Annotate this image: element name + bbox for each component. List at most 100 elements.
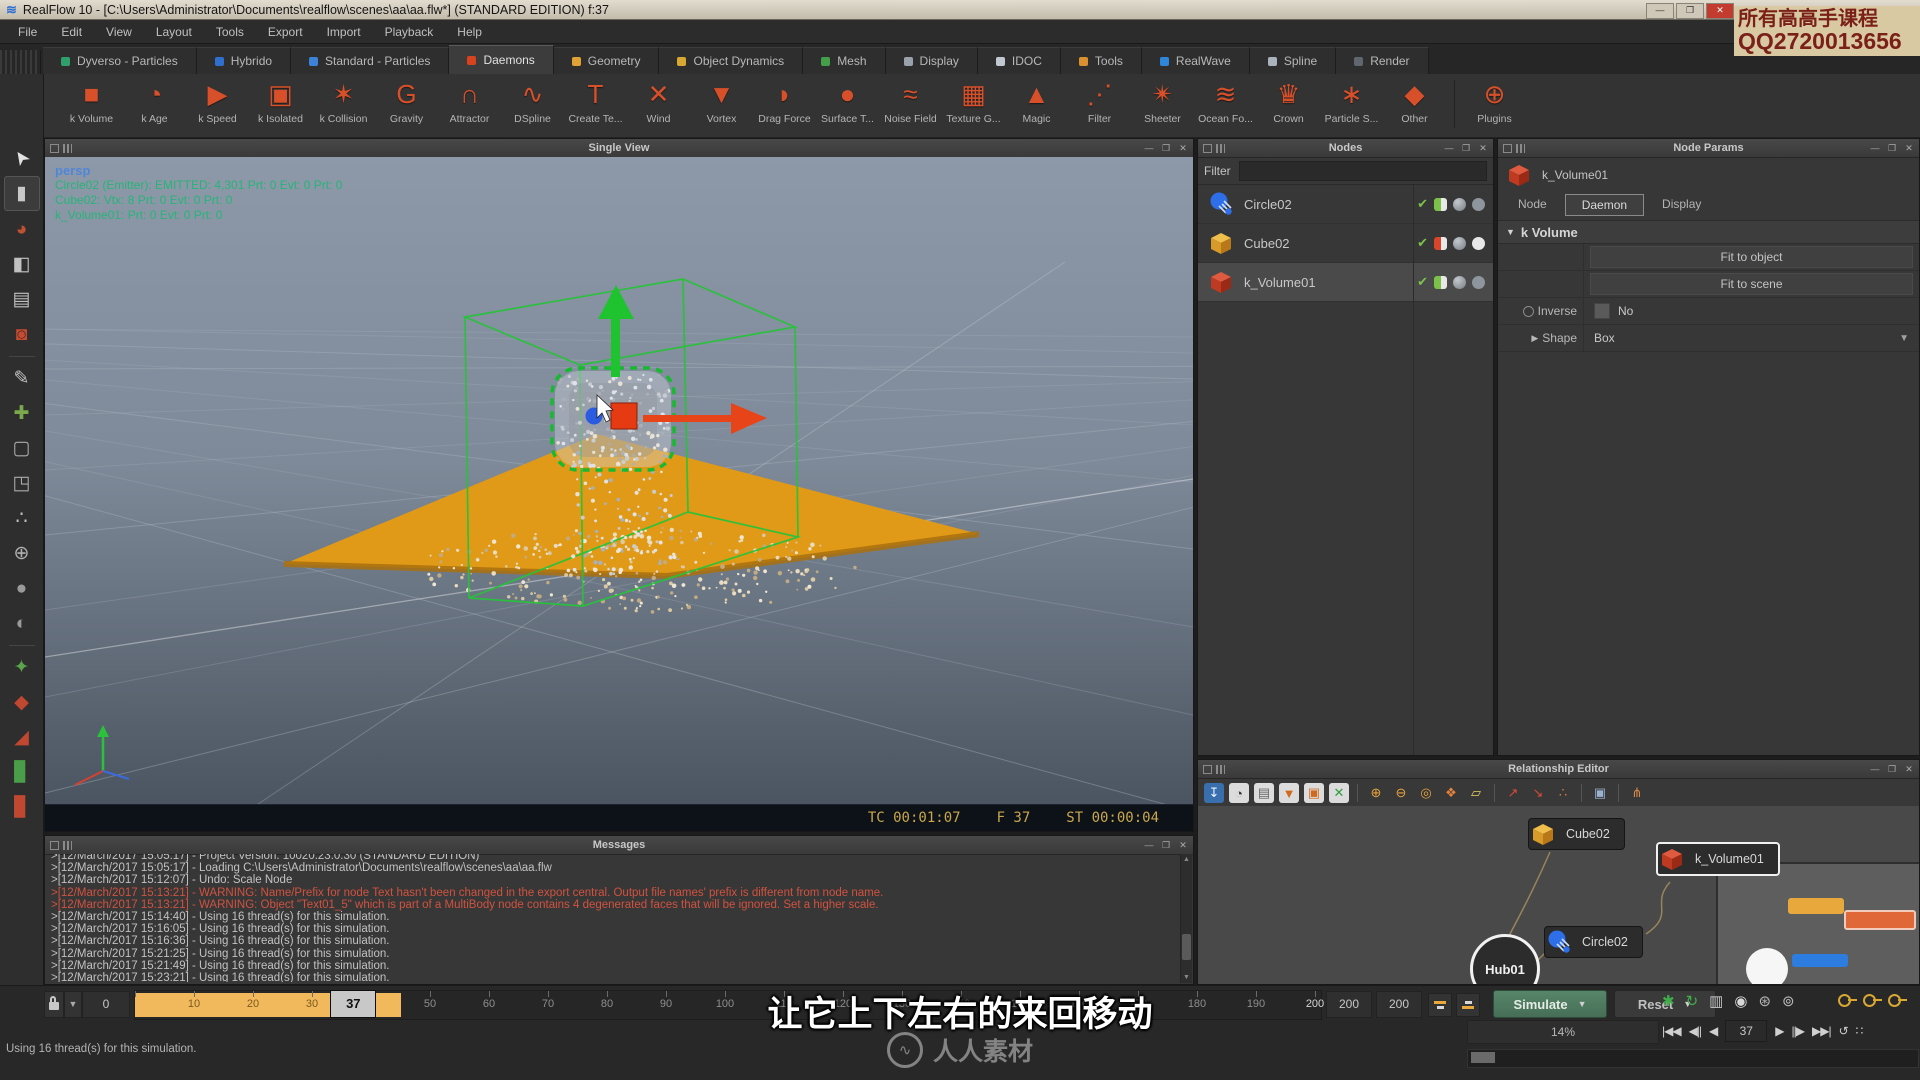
set-key-icon[interactable] bbox=[1838, 994, 1857, 1007]
arrange-icon[interactable]: ❖ bbox=[1441, 783, 1461, 803]
tab-spline[interactable]: Spline bbox=[1249, 47, 1337, 74]
node-shading-icon[interactable] bbox=[1453, 236, 1466, 250]
node-row-cube02[interactable]: Cube02 ✔ bbox=[1198, 224, 1493, 263]
simulate-dropdown-icon[interactable]: ▼ bbox=[1578, 999, 1587, 1009]
panel-grip-icon[interactable] bbox=[63, 143, 72, 153]
red-cube-object[interactable] bbox=[610, 402, 638, 430]
panel-close-icon[interactable]: ✕ bbox=[1177, 839, 1189, 851]
prev-frame-button[interactable]: ◀|| bbox=[1689, 1024, 1703, 1038]
panel-dock-icon[interactable] bbox=[1503, 143, 1512, 153]
rotate-tool-icon[interactable]: ◕ bbox=[5, 213, 39, 246]
menu-file[interactable]: File bbox=[6, 22, 49, 42]
tab-render[interactable]: Render bbox=[1336, 47, 1429, 74]
panel-grip-icon[interactable] bbox=[1516, 143, 1525, 153]
daemon-gravity-button[interactable]: G Gravity bbox=[375, 76, 438, 126]
next-frame-button[interactable]: ||▶ bbox=[1792, 1024, 1806, 1038]
panel-dock-icon[interactable] bbox=[50, 840, 59, 850]
pen-tool-icon[interactable]: ✎ bbox=[5, 362, 39, 395]
panel-minimize-icon[interactable]: — bbox=[1443, 142, 1455, 154]
playback-frame-field[interactable]: 37 bbox=[1725, 1020, 1768, 1042]
node-export-flag-icon[interactable] bbox=[1434, 197, 1447, 211]
panel-minimize-icon[interactable]: — bbox=[1869, 763, 1881, 775]
current-frame-indicator[interactable]: 37 bbox=[330, 990, 377, 1018]
panel-float-icon[interactable]: ❐ bbox=[1160, 839, 1172, 851]
menu-edit[interactable]: Edit bbox=[49, 22, 94, 42]
expand-triangle-icon[interactable]: ▶ bbox=[1531, 333, 1538, 344]
params-tab-daemon[interactable]: Daemon bbox=[1564, 194, 1645, 216]
play-button[interactable]: ▶ bbox=[1775, 1024, 1784, 1038]
panel-dock-icon[interactable] bbox=[1203, 143, 1212, 153]
daemon-vortex-button[interactable]: ▼ Vortex bbox=[690, 76, 753, 126]
menu-import[interactable]: Import bbox=[315, 22, 373, 42]
minimize-button[interactable]: — bbox=[1646, 3, 1674, 19]
particles-splash-icon[interactable]: ✱ bbox=[1662, 992, 1675, 1010]
move-gizmo-icon[interactable]: ✚ bbox=[5, 397, 39, 430]
daemon-filter-button[interactable]: ⋰ Filter bbox=[1068, 76, 1131, 126]
messages-scrollbar[interactable]: ▲ ▼ bbox=[1180, 854, 1192, 983]
panel-close-icon[interactable]: ✕ bbox=[1477, 142, 1489, 154]
daemon-wind-button[interactable]: ✕ Wind bbox=[627, 76, 690, 126]
tab-geometry[interactable]: Geometry bbox=[553, 47, 660, 74]
node-display-icon[interactable] bbox=[1472, 275, 1485, 289]
timeline-start-field[interactable]: 0 bbox=[82, 991, 130, 1018]
zoom-in-icon[interactable]: ⊕ bbox=[1366, 783, 1386, 803]
daemon-ocean-fo--button[interactable]: ≋ Ocean Fo... bbox=[1194, 76, 1257, 126]
panel-grip-icon[interactable] bbox=[63, 840, 72, 850]
go-start-button[interactable]: |◀◀ bbox=[1662, 1024, 1682, 1038]
timeline-track[interactable]: 10 20 30 50 60 70 80 90 100 110 120 130 140 150 160 170… bbox=[134, 990, 1324, 1020]
go-end-button[interactable]: ▶▶| bbox=[1812, 1024, 1832, 1038]
flipbook-button[interactable]: ∷ bbox=[1856, 1024, 1864, 1038]
reset-scene-icon[interactable]: ↻ bbox=[1686, 992, 1699, 1010]
cache-db-icon[interactable]: ▥ bbox=[1709, 992, 1723, 1010]
menu-layout[interactable]: Layout bbox=[144, 22, 204, 42]
panel-float-icon[interactable]: ❐ bbox=[1886, 763, 1898, 775]
daemon-crown-button[interactable]: ♛ Crown bbox=[1257, 76, 1320, 126]
scrollbar-thumb[interactable] bbox=[1182, 933, 1191, 960]
export-disc-icon[interactable]: ⊚ bbox=[1782, 992, 1795, 1010]
fit-to-scene-button[interactable]: Fit to scene bbox=[1590, 273, 1913, 295]
menu-export[interactable]: Export bbox=[256, 22, 315, 42]
graph-node-cube02[interactable]: Cube02 bbox=[1528, 818, 1625, 850]
node-shading-icon[interactable] bbox=[1453, 275, 1466, 289]
daemon-plugins-button[interactable]: ⊕ Plugins bbox=[1463, 76, 1526, 126]
timeline-lock-button[interactable] bbox=[44, 991, 64, 1018]
daemon-k-collision-button[interactable]: ✶ k Collision bbox=[312, 76, 375, 126]
book-red-icon[interactable]: ▊ bbox=[5, 791, 39, 824]
timeline-end-field[interactable]: 200 bbox=[1326, 991, 1372, 1018]
graph-node-circle02[interactable]: Circle02 bbox=[1544, 926, 1643, 958]
node-shading-icon[interactable] bbox=[1453, 197, 1466, 211]
daemon-k-speed-button[interactable]: ▶ k Speed bbox=[186, 76, 249, 126]
menu-tools[interactable]: Tools bbox=[204, 22, 256, 42]
shape-dropdown-icon[interactable]: ▼ bbox=[1899, 333, 1909, 344]
node-enabled-check-icon[interactable]: ✔ bbox=[1417, 274, 1428, 290]
close-button[interactable]: ✕ bbox=[1706, 3, 1734, 19]
messages-title-bar[interactable]: Messages — ❐ ✕ bbox=[45, 836, 1193, 855]
relationship-canvas[interactable]: Cube02 k_Volume01 Circle02 Hub01 bbox=[1198, 806, 1919, 984]
notes-icon[interactable]: ▱ bbox=[1466, 783, 1486, 803]
overview-icon[interactable]: ▣ bbox=[1590, 783, 1610, 803]
daemon-magic-button[interactable]: ▲ Magic bbox=[1005, 76, 1068, 126]
daemon-noise-field-button[interactable]: ≈ Noise Field bbox=[879, 76, 942, 126]
menu-help[interactable]: Help bbox=[445, 22, 494, 42]
auto-link-icon[interactable]: ∴ bbox=[1553, 783, 1573, 803]
tab-realwave[interactable]: RealWave bbox=[1141, 47, 1250, 74]
select-tool-icon[interactable]: ➤ bbox=[5, 141, 39, 174]
panel-dock-icon[interactable] bbox=[1203, 764, 1212, 774]
cache-progress-thumb[interactable] bbox=[1471, 1052, 1495, 1063]
play-back-button[interactable]: ◀ bbox=[1709, 1024, 1718, 1038]
panel-grip-icon[interactable] bbox=[1216, 143, 1225, 153]
menu-view[interactable]: View bbox=[94, 22, 144, 42]
panel-float-icon[interactable]: ❐ bbox=[1460, 142, 1472, 154]
fit-to-object-button[interactable]: Fit to object bbox=[1590, 246, 1913, 268]
tab-daemons[interactable]: Daemons bbox=[449, 45, 554, 74]
emitter-tool-icon[interactable]: ▮ bbox=[3, 176, 40, 211]
inverse-checkbox[interactable] bbox=[1594, 303, 1610, 319]
tab-dyverso-particles[interactable]: Dyverso - Particles bbox=[43, 47, 197, 74]
add-link-icon[interactable]: ↗ bbox=[1503, 783, 1523, 803]
tab-tools[interactable]: Tools bbox=[1060, 47, 1142, 74]
node-enabled-check-icon[interactable]: ✔ bbox=[1417, 196, 1428, 212]
zoom-out-icon[interactable]: ⊖ bbox=[1391, 783, 1411, 803]
loop-button[interactable]: ↺ bbox=[1839, 1024, 1849, 1038]
daemon-texture-g--button[interactable]: ▦ Texture G... bbox=[942, 76, 1005, 126]
simulate-button[interactable]: Simulate ▼ bbox=[1493, 990, 1607, 1018]
